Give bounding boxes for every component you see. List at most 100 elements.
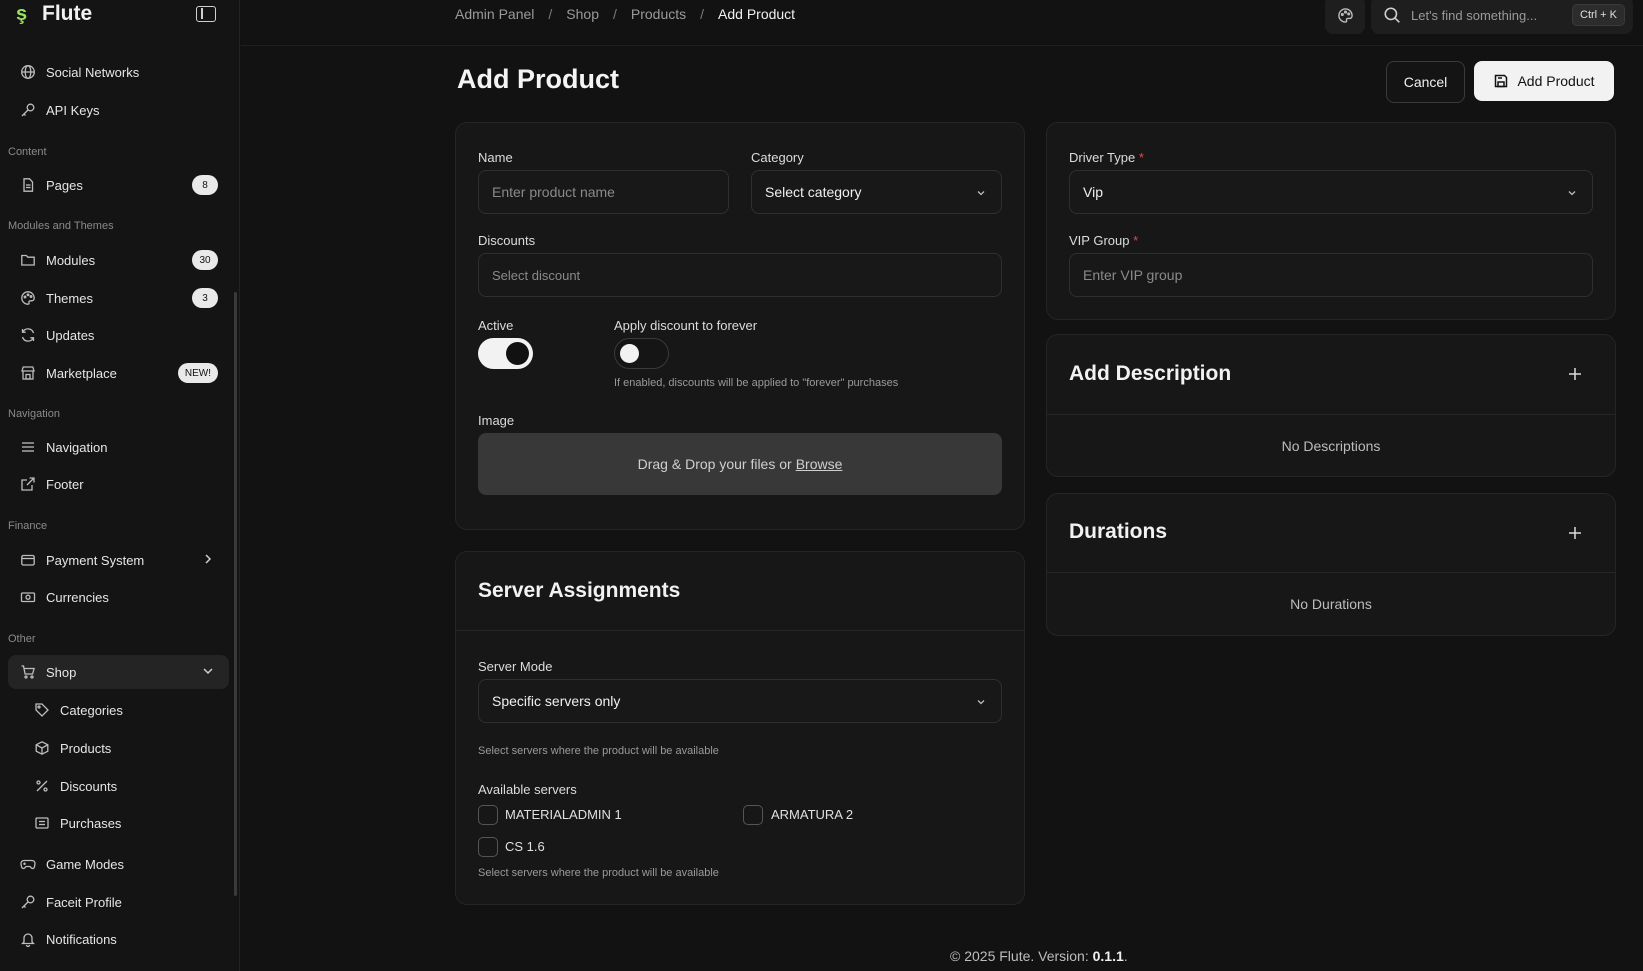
sidebar-item-social-networks[interactable]: Social Networks (8, 55, 229, 89)
sidebar-item-currencies[interactable]: Currencies (8, 580, 229, 614)
sidebar: ş Flute Social Networks API Keys Content… (0, 0, 240, 971)
version-number: 0.1.1 (1092, 948, 1124, 964)
durations-card (1046, 493, 1616, 636)
sidebar-toggle-icon[interactable] (196, 6, 216, 22)
description-card (1046, 334, 1616, 477)
server-checkbox-label: MATERIALADMIN 1 (505, 807, 622, 822)
sidebar-item-purchases[interactable]: Purchases (8, 806, 229, 840)
page-title: Add Product (457, 64, 619, 94)
vip-group-text: VIP Group (1069, 233, 1130, 248)
chevron-right-icon (205, 554, 212, 564)
breadcrumb: Admin Panel / Shop / Products / Add Prod… (455, 6, 795, 22)
sidebar-item-marketplace[interactable]: Marketplace NEW! (8, 356, 229, 390)
sidebar-item-label: Pages (46, 177, 83, 193)
sidebar-item-label: Navigation (46, 439, 108, 455)
server-mode-value: Specific servers only (492, 693, 621, 709)
sidebar-item-updates[interactable]: Updates (8, 318, 229, 352)
refresh-icon (20, 327, 36, 343)
driver-type-label: Driver Type * (1069, 150, 1144, 165)
section-finance-title: Finance (8, 520, 48, 532)
sidebar-item-faceit-profile[interactable]: Faceit Profile (8, 885, 229, 919)
sidebar-item-shop[interactable]: Shop (8, 655, 229, 689)
sidebar-item-themes[interactable]: Themes 3 (8, 281, 229, 315)
sidebar-item-categories[interactable]: Categories (8, 693, 229, 727)
chevron-down-icon (977, 191, 985, 196)
store-icon (20, 365, 36, 381)
palette-icon (1337, 7, 1353, 23)
driver-type-select[interactable]: Vip (1069, 170, 1593, 214)
sidebar-item-label: Updates (46, 327, 95, 343)
breadcrumb-admin-panel[interactable]: Admin Panel (455, 6, 534, 22)
divider (1047, 572, 1615, 573)
chevron-down-icon (203, 668, 213, 675)
sidebar-item-pages[interactable]: Pages 8 (8, 168, 229, 202)
server-mode-select[interactable]: Specific servers only (478, 679, 1002, 723)
sidebar-item-label: Faceit Profile (46, 894, 122, 910)
sidebar-scrollbar[interactable] (234, 292, 237, 896)
server-checkbox[interactable] (478, 837, 498, 857)
section-modules-title: Modules and Themes (8, 220, 114, 232)
image-dropzone[interactable]: Drag & Drop your files or Browse (478, 433, 1002, 495)
category-label: Category (751, 150, 804, 165)
plus-icon[interactable] (1567, 525, 1583, 541)
breadcrumb-separator: / (548, 6, 553, 22)
cart-icon (20, 664, 36, 680)
vip-group-input[interactable]: Enter VIP group (1069, 253, 1593, 297)
sidebar-item-label: Payment System (46, 552, 145, 568)
theme-button[interactable] (1325, 0, 1365, 34)
logo[interactable]: ş Flute (16, 2, 92, 26)
durations-empty-text: No Durations (1290, 596, 1372, 612)
sidebar-item-game-modes[interactable]: Game Modes (8, 847, 229, 881)
count-badge: 8 (192, 175, 218, 195)
server-checkbox[interactable] (743, 805, 763, 825)
browse-link[interactable]: Browse (796, 456, 843, 472)
add-product-button[interactable]: Add Product (1474, 61, 1614, 101)
count-badge: 30 (192, 250, 218, 270)
sidebar-item-api-keys[interactable]: API Keys (8, 93, 229, 127)
sidebar-item-navigation[interactable]: Navigation (8, 430, 229, 464)
cancel-button[interactable]: Cancel (1386, 61, 1465, 103)
durations-title: Durations (1069, 520, 1168, 543)
sidebar-item-modules[interactable]: Modules 30 (8, 243, 229, 277)
divider (456, 630, 1024, 631)
new-badge: NEW! (177, 363, 218, 383)
sidebar-item-footer[interactable]: Footer (8, 467, 229, 501)
page-footer: © 2025 Flute. Version: 0.1.1. (950, 948, 1128, 964)
active-toggle[interactable] (478, 338, 533, 369)
search-input[interactable]: Let's find something... Ctrl + K (1371, 0, 1633, 34)
plus-icon[interactable] (1567, 366, 1583, 382)
server-checkbox[interactable] (478, 805, 498, 825)
vip-group-label: VIP Group * (1069, 233, 1138, 248)
name-input[interactable]: Enter product name (478, 170, 729, 214)
forever-toggle[interactable] (614, 338, 669, 369)
sidebar-item-label: Discounts (60, 778, 118, 794)
palette-icon (20, 290, 36, 306)
category-select[interactable]: Select category (751, 170, 1002, 214)
breadcrumb-products[interactable]: Products (631, 6, 686, 22)
toggle-knob (620, 344, 639, 363)
percent-icon (34, 778, 50, 794)
add-product-label: Add Product (1517, 73, 1595, 89)
active-label: Active (478, 318, 514, 333)
chevron-down-icon (1568, 191, 1576, 196)
sidebar-item-notifications[interactable]: Notifications (8, 922, 229, 956)
add-description-title: Add Description (1069, 362, 1232, 385)
sidebar-item-label: Categories (60, 702, 123, 718)
sidebar-item-label: Shop (46, 664, 77, 680)
sidebar-item-discounts[interactable]: Discounts (8, 769, 229, 803)
discounts-select[interactable]: Select discount (478, 253, 1002, 297)
sidebar-item-label: Currencies (46, 589, 109, 605)
file-icon (20, 177, 36, 193)
sidebar-item-payment-system[interactable]: Payment System (8, 543, 229, 577)
footer-text: © 2025 Flute. Version: (950, 948, 1089, 964)
app-name: Flute (42, 2, 93, 25)
discounts-label: Discounts (478, 233, 536, 248)
breadcrumb-shop[interactable]: Shop (566, 6, 599, 22)
sidebar-item-products[interactable]: Products (8, 731, 229, 765)
driver-type-value: Vip (1083, 184, 1103, 200)
search-shortcut: Ctrl + K (1572, 4, 1625, 26)
toggle-knob (506, 342, 529, 365)
sidebar-item-label: Social Networks (46, 64, 140, 80)
bell-icon (20, 931, 36, 947)
sidebar-item-label: Game Modes (46, 856, 125, 872)
